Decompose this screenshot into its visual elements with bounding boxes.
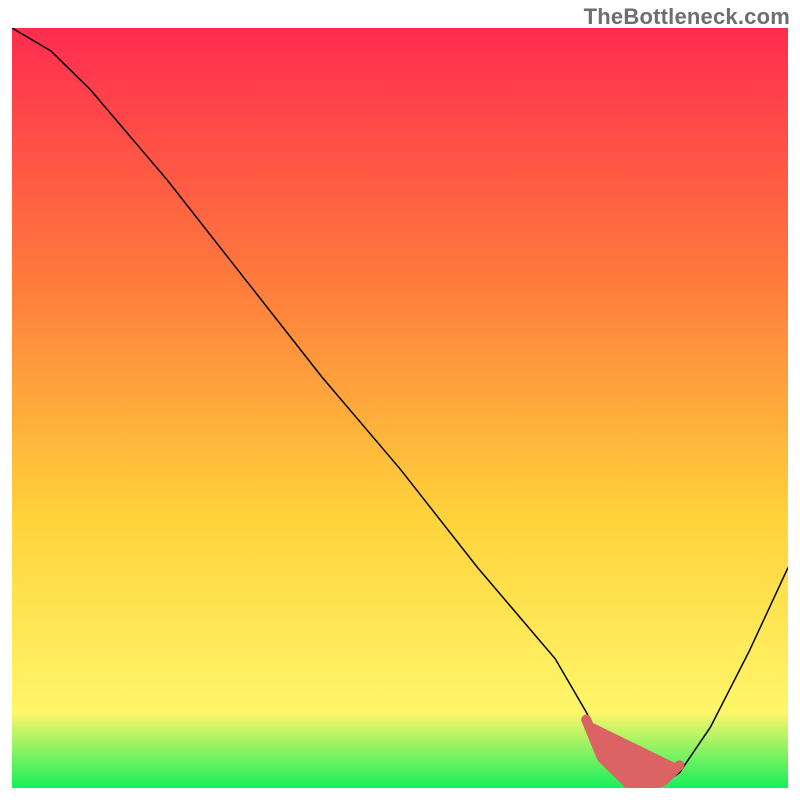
watermark-text: TheBottleneck.com [584,4,790,30]
gradient-background [12,28,788,788]
plot-area [12,28,788,788]
chart-container: TheBottleneck.com [0,0,800,800]
chart-svg [12,28,788,788]
